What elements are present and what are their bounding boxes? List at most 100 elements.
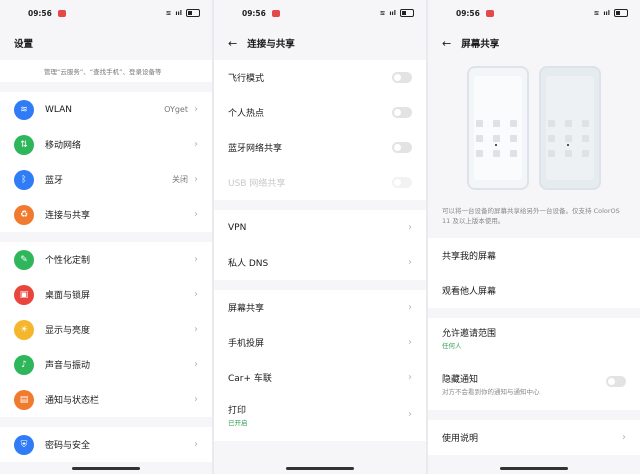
chevron-right-icon: › [408, 222, 412, 233]
home-indicator[interactable] [286, 467, 354, 470]
screen-share-description: 可以将一台设备的屏幕共享给另外一台设备。仅支持 ColorOS 11 及以上版本… [442, 207, 620, 225]
settings-item[interactable]: ✎ 个性化定制 › [0, 242, 212, 277]
screen-sharing-screen: 09:56 ≋ ııl ← 屏幕共享 可以将一台设备的屏幕共享给另外一台设备。仅支持… [428, 0, 640, 474]
instructions-item[interactable]: 使用说明 › [428, 420, 640, 455]
toggle-switch[interactable] [392, 142, 412, 153]
settings-item[interactable]: ☀ 显示与亮度 › [0, 312, 212, 347]
settings-item[interactable]: ▣ 桌面与锁屏 › [0, 277, 212, 312]
mobile-network-icon: ⇅ [14, 134, 34, 155]
link-item[interactable]: 打印 已开启 › [214, 395, 426, 441]
item-label: 通知与状态栏 [45, 396, 100, 406]
item-label: 个人热点 [228, 109, 265, 119]
hide-notifications-toggle[interactable] [606, 376, 626, 387]
status-time: 09:56 [456, 8, 480, 18]
battery-icon [186, 9, 200, 17]
status-time: 09:56 [242, 8, 266, 18]
battery-icon [400, 9, 414, 17]
connection-sharing-screen: 09:56 ≋ ııl ← 连接与共享 飞行模式个人热点蓝牙网络共享 USB 网络共享… [214, 0, 426, 474]
chevron-right-icon: › [194, 289, 198, 300]
chevron-right-icon: › [408, 409, 412, 420]
chevron-right-icon: › [194, 174, 198, 185]
link-item[interactable]: 私人 DNS › [214, 245, 426, 280]
settings-item[interactable]: ⛨ 密码与安全 › [0, 427, 212, 462]
security-icon: ⛨ [14, 434, 34, 455]
chevron-right-icon: › [194, 104, 198, 115]
home-indicator[interactable] [72, 467, 140, 470]
chevron-right-icon: › [622, 432, 626, 443]
share-icon: ♻ [14, 204, 34, 225]
bluetooth-icon: ᛒ [14, 169, 34, 190]
toggle-switch[interactable] [392, 72, 412, 83]
chevron-right-icon: › [408, 372, 412, 383]
item-value: OYget [164, 105, 188, 114]
settings-screen: 09:56 ≋ ııl 设置 管理“云服务”、“查找手机”、登录设备等 ≋ WLAN… [0, 0, 212, 474]
signal-icon: ııl [389, 9, 396, 17]
item-subtitle: 任何人 [442, 342, 462, 350]
watch-others-screen-item[interactable]: 观看他人屏幕 [428, 273, 640, 308]
phone-illustration-a [467, 66, 529, 190]
wifi-status-icon: ≋ [165, 9, 172, 17]
item-label: 蓝牙 [45, 176, 64, 186]
brightness-icon: ☀ [14, 319, 34, 340]
personalize-icon: ✎ [14, 249, 34, 270]
item-subtitle: 已开启 [228, 419, 248, 427]
signal-icon: ııl [175, 9, 182, 17]
home-indicator[interactable] [500, 467, 568, 470]
settings-item[interactable]: ≋ WLAN OYget › [0, 92, 212, 127]
notification-icon: ▤ [14, 389, 34, 410]
link-item[interactable]: 屏幕共享 › [214, 290, 426, 325]
settings-item[interactable]: ⇅ 移动网络 › [0, 127, 212, 162]
chevron-right-icon: › [194, 439, 198, 450]
link-item[interactable]: Car+ 车联 › [214, 360, 426, 395]
item-label: 屏幕共享 [228, 304, 265, 314]
notification-dot-icon [271, 9, 280, 17]
chevron-right-icon: › [408, 302, 412, 313]
invite-range-item[interactable]: 允许邀请范围 任何人 [428, 318, 640, 364]
sound-icon: ♪ [14, 354, 34, 375]
page-title: 连接与共享 [247, 39, 295, 50]
settings-item[interactable]: ▤ 通知与状态栏 › [0, 382, 212, 417]
item-label: 显示与亮度 [45, 326, 91, 336]
toggle-switch[interactable] [392, 177, 412, 188]
chevron-right-icon: › [194, 324, 198, 335]
settings-item[interactable]: ♻ 连接与共享 › [0, 197, 212, 232]
battery-icon [614, 9, 628, 17]
back-arrow-icon[interactable]: ← [442, 37, 451, 50]
item-label: 手机投屏 [228, 339, 265, 349]
hide-notifications-item[interactable]: 隐藏通知 对方不会看到你的通知与通知中心 [428, 364, 640, 410]
status-bar: 09:56 ≋ ııl [214, 0, 426, 26]
item-label: 声音与振动 [45, 361, 91, 371]
chevron-right-icon: › [194, 254, 198, 265]
wifi-status-icon: ≋ [593, 9, 600, 17]
item-label: 允许邀请范围 [442, 329, 497, 339]
toggle-switch[interactable] [392, 107, 412, 118]
toggle-item[interactable]: USB 网络共享 [214, 165, 426, 200]
item-label: 连接与共享 [45, 211, 91, 221]
link-item[interactable]: 手机投屏 › [214, 325, 426, 360]
back-arrow-icon[interactable]: ← [228, 37, 237, 50]
settings-item[interactable]: ♪ 声音与振动 › [0, 347, 212, 382]
item-label: Car+ 车联 [228, 374, 272, 384]
phone-illustration-b [539, 66, 601, 190]
wifi-status-icon: ≋ [379, 9, 386, 17]
item-subtitle: 对方不会看到你的通知与通知中心 [442, 388, 540, 396]
chevron-right-icon: › [194, 209, 198, 220]
toggle-item[interactable]: 飞行模式 [214, 60, 426, 95]
item-label: USB 网络共享 [228, 179, 286, 189]
page-title: 设置 [14, 39, 34, 50]
link-item[interactable]: VPN › [214, 210, 426, 245]
status-bar: 09:56 ≋ ııl [428, 0, 640, 26]
account-subtitle[interactable]: 管理“云服务”、“查找手机”、登录设备等 [0, 60, 212, 82]
item-label: 桌面与锁屏 [45, 291, 91, 301]
item-label: 移动网络 [45, 141, 82, 151]
chevron-right-icon: › [408, 257, 412, 268]
settings-item[interactable]: ᛒ 蓝牙 关闭 › [0, 162, 212, 197]
toggle-item[interactable]: 个人热点 [214, 95, 426, 130]
status-bar: 09:56 ≋ ııl [0, 0, 212, 26]
item-label: 个性化定制 [45, 256, 91, 266]
wallpaper-icon: ▣ [14, 284, 34, 305]
item-value: 关闭 [172, 175, 188, 184]
item-label: 使用说明 [442, 434, 479, 444]
toggle-item[interactable]: 蓝牙网络共享 [214, 130, 426, 165]
share-my-screen-item[interactable]: 共享我的屏幕 [428, 238, 640, 273]
